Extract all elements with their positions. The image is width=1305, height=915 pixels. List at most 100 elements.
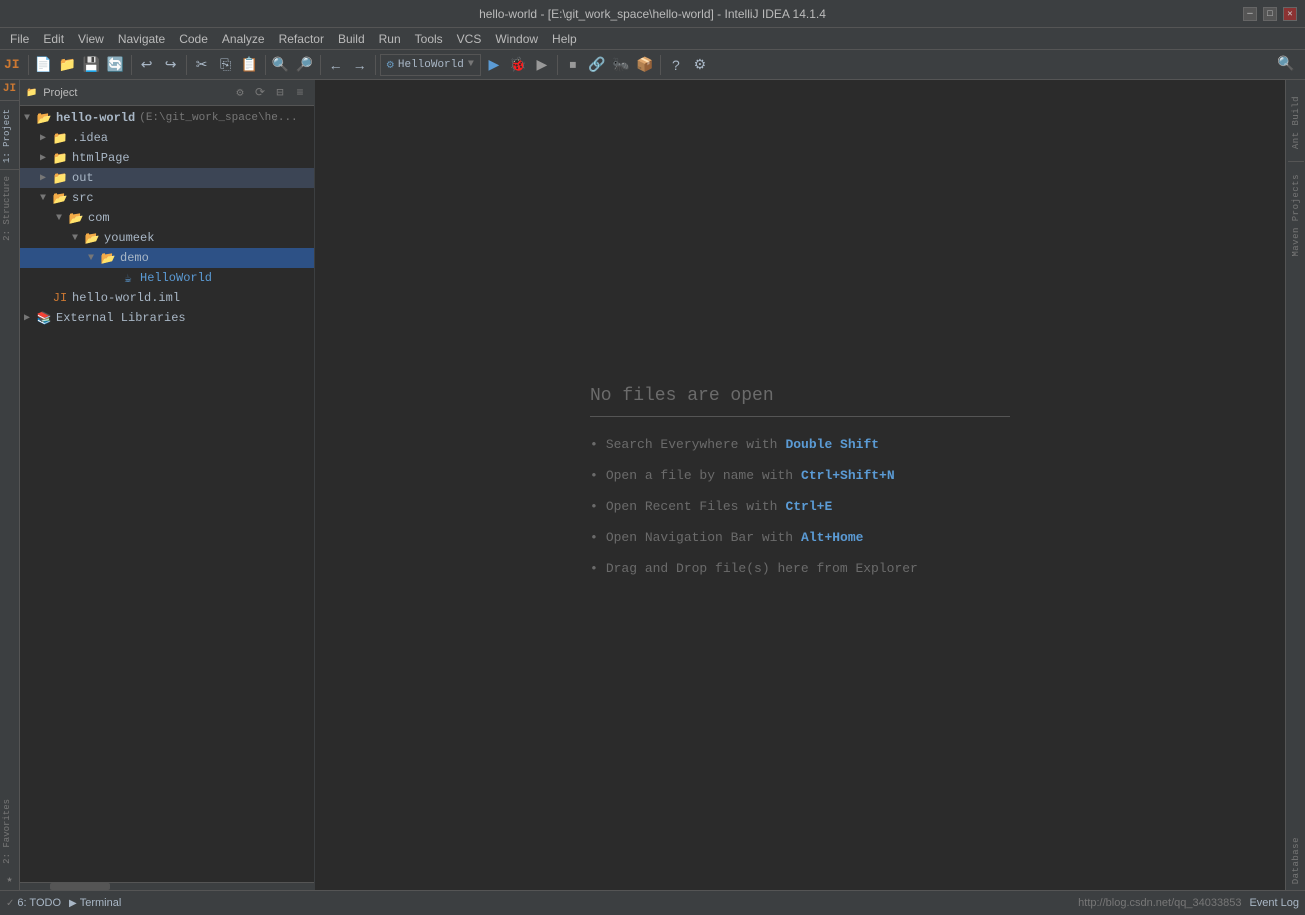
- sidebar-item-project[interactable]: 1: Project: [0, 103, 19, 169]
- todo-label: 6: TODO: [17, 897, 61, 909]
- menu-analyze[interactable]: Analyze: [216, 30, 271, 48]
- minimize-button[interactable]: ─: [1243, 7, 1257, 21]
- window-controls: ─ □ ✕: [1243, 7, 1297, 21]
- sidebar-item-maven[interactable]: Maven Projects: [1289, 168, 1303, 263]
- settings-button[interactable]: ⚙: [689, 54, 711, 76]
- new-file-button[interactable]: 📄: [33, 54, 55, 76]
- shortcut-open-file: Ctrl+Shift+N: [801, 468, 895, 483]
- tree-item-iml[interactable]: ▶ JI hello-world.iml: [20, 288, 314, 308]
- todo-panel-button[interactable]: ✓ 6: TODO: [6, 897, 61, 909]
- build-artifacts-button[interactable]: 📦: [634, 54, 656, 76]
- sidebar-item-database[interactable]: Database: [1289, 831, 1303, 890]
- menu-run[interactable]: Run: [373, 30, 407, 48]
- menu-navigate[interactable]: Navigate: [112, 30, 171, 48]
- undo-button[interactable]: ↩: [136, 54, 158, 76]
- menu-file[interactable]: File: [4, 30, 35, 48]
- save-all-button[interactable]: 💾: [81, 54, 103, 76]
- menu-view[interactable]: View: [72, 30, 110, 48]
- scrollbar-thumb: [50, 883, 110, 890]
- forward-button[interactable]: →: [349, 54, 371, 76]
- back-button[interactable]: ←: [325, 54, 347, 76]
- event-log-button[interactable]: Event Log: [1249, 897, 1299, 909]
- menu-bar: File Edit View Navigate Code Analyze Ref…: [0, 28, 1305, 50]
- tree-item-com[interactable]: ▼ 📂 com: [20, 208, 314, 228]
- toolbar-separator-4: [265, 55, 266, 75]
- sidebar-item-favorites[interactable]: 2: Favorites: [0, 793, 19, 870]
- intellij-logo-side[interactable]: JI: [0, 80, 19, 98]
- debug-button[interactable]: 🐞: [507, 54, 529, 76]
- tree-item-idea[interactable]: ▶ 📁 .idea: [20, 128, 314, 148]
- menu-vcs[interactable]: VCS: [451, 30, 488, 48]
- panel-settings-icon[interactable]: ⚙: [232, 85, 248, 101]
- redo-button[interactable]: ↪: [160, 54, 182, 76]
- sidebar-item-structure[interactable]: 2: Structure: [0, 170, 19, 247]
- menu-refactor[interactable]: Refactor: [273, 30, 330, 48]
- terminal-panel-button[interactable]: ▶ Terminal: [69, 897, 121, 909]
- toolbar-separator-8: [660, 55, 661, 75]
- menu-build[interactable]: Build: [332, 30, 371, 48]
- folder-icon: 📂: [52, 190, 68, 206]
- folder-icon: 📂: [84, 230, 100, 246]
- favorites-star-icon[interactable]: ★: [0, 870, 19, 890]
- tip-nav-bar: • Open Navigation Bar with Alt+Home: [590, 530, 863, 545]
- toolbar-separator-1: [28, 55, 29, 75]
- menu-edit[interactable]: Edit: [37, 30, 70, 48]
- menu-help[interactable]: Help: [546, 30, 583, 48]
- iml-icon: JI: [52, 290, 68, 306]
- menu-window[interactable]: Window: [489, 30, 544, 48]
- menu-tools[interactable]: Tools: [409, 30, 449, 48]
- shortcut-nav-bar: Alt+Home: [801, 530, 863, 545]
- folder-icon: 📂: [100, 250, 116, 266]
- libs-icon: 📚: [36, 310, 52, 326]
- project-tree: ▼ 📂 hello-world (E:\git_work_space\he...…: [20, 106, 314, 882]
- panel-sync-icon[interactable]: ⟳: [252, 85, 268, 101]
- run-config-selector[interactable]: ⚙ HelloWorld ▼: [380, 54, 481, 76]
- paste-button[interactable]: 📋: [239, 54, 261, 76]
- tree-item-label: out: [72, 171, 94, 185]
- search-everywhere-button[interactable]: 🔍: [1275, 54, 1297, 76]
- stop-button[interactable]: ⏹: [562, 54, 584, 76]
- toolbar: JI 📄 📁 💾 🔄 ↩ ↪ ✂ ⎘ 📋 🔍 🔎 ← → ⚙ HelloWorl…: [0, 50, 1305, 80]
- tip-open-file: • Open a file by name with Ctrl+Shift+N: [590, 468, 895, 483]
- tree-item-label: hello-world.iml: [72, 291, 180, 305]
- help-button[interactable]: ?: [665, 54, 687, 76]
- project-header-icon: 📁: [26, 88, 37, 98]
- copy-button[interactable]: ⎘: [215, 54, 237, 76]
- tree-item-demo[interactable]: ▼ 📂 demo: [20, 248, 314, 268]
- tree-root[interactable]: ▼ 📂 hello-world (E:\git_work_space\he...: [20, 108, 314, 128]
- tip-search-everywhere: • Search Everywhere with Double Shift: [590, 437, 879, 452]
- project-scrollbar[interactable]: [20, 882, 314, 890]
- tree-item-htmlpage[interactable]: ▶ 📁 htmlPage: [20, 148, 314, 168]
- maximize-button[interactable]: □: [1263, 7, 1277, 21]
- tree-item-src[interactable]: ▼ 📂 src: [20, 188, 314, 208]
- tree-arrow-icon: ▼: [88, 253, 100, 264]
- replace-button[interactable]: 🔎: [294, 54, 316, 76]
- panel-options-icon[interactable]: ≡: [292, 85, 308, 101]
- close-button[interactable]: ✕: [1283, 7, 1297, 21]
- run-button[interactable]: ▶: [483, 54, 505, 76]
- attach-debugger-button[interactable]: 🔗: [586, 54, 608, 76]
- tip-text-1: Search Everywhere with: [606, 437, 778, 452]
- folder-icon: 📁: [52, 130, 68, 146]
- tree-item-ext-libs[interactable]: ▶ 📚 External Libraries: [20, 308, 314, 328]
- run-with-coverage-button[interactable]: ▶: [531, 54, 553, 76]
- tip-drag-drop: • Drag and Drop file(s) here from Explor…: [590, 561, 918, 576]
- root-path: (E:\git_work_space\he...: [139, 112, 297, 124]
- tree-item-label: htmlPage: [72, 151, 130, 165]
- menu-code[interactable]: Code: [173, 30, 214, 48]
- find-button[interactable]: 🔍: [270, 54, 292, 76]
- shortcut-double-shift: Double Shift: [785, 437, 879, 452]
- ant-button[interactable]: 🐜: [610, 54, 632, 76]
- cut-button[interactable]: ✂: [191, 54, 213, 76]
- bullet-icon: •: [590, 437, 598, 452]
- synchronize-button[interactable]: 🔄: [105, 54, 127, 76]
- folder-open-icon: 📂: [36, 110, 52, 126]
- project-panel-title: Project: [43, 87, 228, 99]
- toolbar-separator-3: [186, 55, 187, 75]
- open-button[interactable]: 📁: [57, 54, 79, 76]
- sidebar-item-ant-build[interactable]: Ant Build: [1289, 90, 1303, 155]
- tree-item-youmeek[interactable]: ▼ 📂 youmeek: [20, 228, 314, 248]
- tree-item-helloworld[interactable]: ▶ ☕ HelloWorld: [20, 268, 314, 288]
- tree-item-out[interactable]: ▶ 📁 out: [20, 168, 314, 188]
- panel-collapse-icon[interactable]: ⊟: [272, 85, 288, 101]
